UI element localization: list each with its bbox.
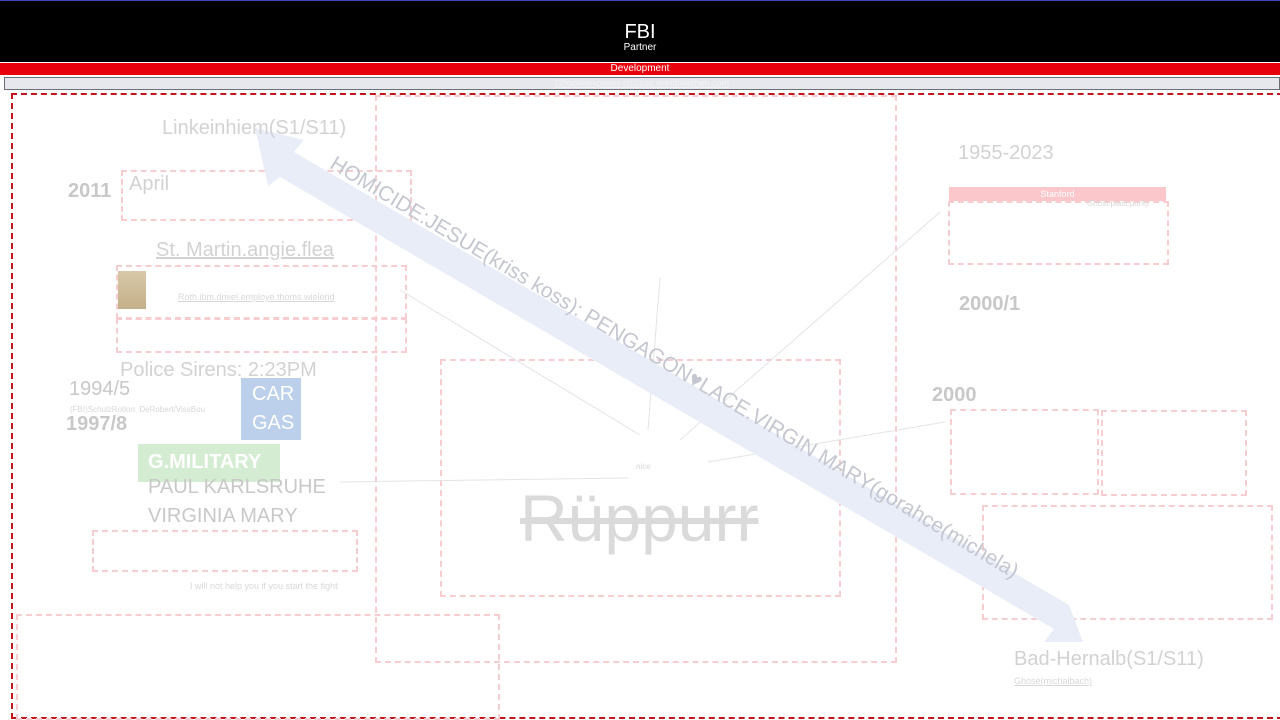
- bad-hernalb-label: Bad-Hernalb(S1/S11): [1014, 648, 1204, 670]
- nice-label: nice: [636, 462, 651, 471]
- year-1994-5: 1994/5: [69, 378, 131, 400]
- avatar: [118, 271, 146, 309]
- april-label: April: [129, 173, 170, 195]
- stanford-note: Ghost.plast.purity: [1087, 199, 1150, 208]
- year-1997-8: 1997/8: [66, 413, 128, 435]
- ruppurr-title: Rüppurr: [520, 481, 759, 555]
- year-2000-1: 2000/1: [959, 293, 1021, 315]
- bad-hernalb-note: Ghose(michalbach): [1014, 676, 1093, 686]
- will-not-help-note: I will not help you if you start the fig…: [190, 581, 338, 591]
- car-gas-tag: CAR GAS: [241, 378, 301, 440]
- roth-caption: Roth.ibm.dmiel.employe.thoms.wielend: [178, 292, 335, 302]
- linkeinhiem-label: Linkeinhiem(S1/S11): [162, 117, 347, 139]
- year-1955-2023: 1955-2023: [958, 142, 1054, 164]
- year-2011: 2011: [68, 180, 112, 202]
- virginia-label: VIRGINIA MARY: [148, 505, 298, 527]
- gas-label: GAS: [252, 412, 295, 434]
- year-2000: 2000: [932, 384, 977, 406]
- military-label: G.MILITARY: [148, 451, 262, 473]
- car-label: CAR: [252, 383, 295, 405]
- st-martin-label: St. Martin.angie.flea: [156, 239, 334, 261]
- paul-label: PAUL KARLSRUHE: [148, 476, 326, 498]
